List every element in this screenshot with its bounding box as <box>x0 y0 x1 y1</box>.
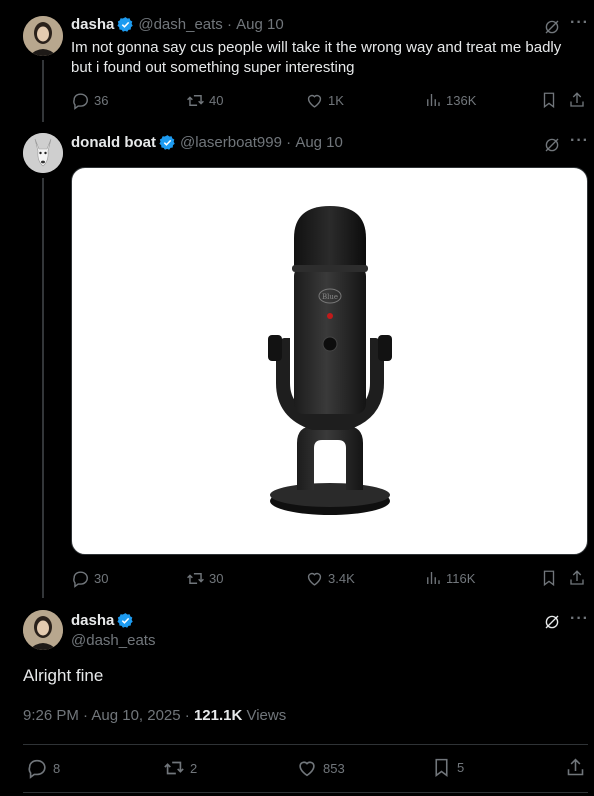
reply-count: 8 <box>53 760 61 776</box>
repost-button[interactable]: 30 <box>186 569 223 588</box>
reply-count: 30 <box>94 571 109 586</box>
avatar[interactable] <box>23 133 63 173</box>
more-icon[interactable]: ··· <box>570 132 589 150</box>
views-count: 136K <box>446 92 477 108</box>
timestamp[interactable]: 9:26 PM · Aug 10, 2025 · <box>23 707 194 724</box>
grok-icon[interactable] <box>543 613 561 631</box>
views-button[interactable]: 116K <box>424 569 475 587</box>
like-icon <box>307 94 322 108</box>
bookmark-button[interactable]: 5 <box>431 757 464 778</box>
bookmark-count: 5 <box>457 760 465 775</box>
reply-count: 36 <box>94 93 109 108</box>
tweet-text: Im not gonna say cus people will take it… <box>71 39 562 76</box>
views-button[interactable]: 136K <box>424 91 476 109</box>
like-count: 853 <box>323 760 345 776</box>
like-count: 1K <box>328 93 344 108</box>
bookmark-icon[interactable] <box>540 91 558 109</box>
views-count: 121.1K <box>193 707 243 724</box>
author-handle[interactable]: @dash_eats <box>71 632 155 649</box>
reply-button[interactable]: 8 <box>26 757 60 779</box>
author-name[interactable]: donald boat <box>71 134 156 151</box>
author-name[interactable]: dasha <box>71 612 114 629</box>
avatar[interactable] <box>23 610 63 650</box>
tweet-media-image[interactable]: Blue <box>71 167 588 555</box>
tweet-date[interactable]: Aug 10 <box>295 134 343 151</box>
like-button[interactable]: 1K <box>305 91 344 110</box>
views-label: Views <box>242 707 287 724</box>
reply-icon <box>73 571 88 588</box>
divider <box>23 792 588 793</box>
repost-icon <box>187 573 204 584</box>
verified-badge-icon <box>117 613 134 628</box>
like-button[interactable]: 3.4K <box>305 569 355 588</box>
thread-line <box>42 178 44 598</box>
repost-icon <box>187 95 204 106</box>
repost-count: 30 <box>209 571 224 586</box>
views-icon <box>427 572 440 584</box>
divider <box>23 744 588 745</box>
grok-icon[interactable] <box>543 18 561 36</box>
author-handle[interactable]: @laserboat999 <box>180 134 282 151</box>
repost-icon <box>164 761 184 775</box>
like-count: 3.4K <box>328 571 355 586</box>
repost-button[interactable]: 2 <box>163 757 197 779</box>
microphone-image: Blue <box>268 206 392 515</box>
author-name[interactable]: dasha <box>71 16 114 33</box>
reply-icon <box>28 759 46 779</box>
tweet-text: Alright fine <box>23 666 104 685</box>
reply-icon <box>73 93 88 110</box>
bookmark-icon <box>435 758 448 777</box>
views-count: 116K <box>446 570 476 586</box>
more-icon[interactable]: ··· <box>570 14 589 32</box>
avatar[interactable] <box>23 16 63 56</box>
thread-line <box>42 60 44 122</box>
repost-button[interactable]: 40 <box>186 91 223 110</box>
repost-count: 40 <box>209 93 224 108</box>
like-icon <box>307 572 322 586</box>
reply-button[interactable]: 30 <box>71 569 108 588</box>
author-handle[interactable]: @dash_eats <box>138 16 222 33</box>
views-icon <box>427 94 440 106</box>
share-icon[interactable] <box>568 569 586 587</box>
verified-badge-icon <box>159 135 175 150</box>
share-icon[interactable] <box>568 91 586 109</box>
repost-count: 2 <box>190 760 198 776</box>
grok-icon[interactable] <box>543 136 561 154</box>
bookmark-icon[interactable] <box>540 569 558 587</box>
tweet-date[interactable]: Aug 10 <box>236 16 284 33</box>
like-icon <box>299 761 315 777</box>
verified-badge-icon <box>117 17 134 32</box>
share-icon[interactable] <box>565 757 586 778</box>
like-button[interactable]: 853 <box>296 757 345 779</box>
mic-brand-logo: Blue <box>322 293 338 301</box>
more-icon[interactable]: ··· <box>570 610 589 628</box>
reply-button[interactable]: 36 <box>71 91 108 110</box>
